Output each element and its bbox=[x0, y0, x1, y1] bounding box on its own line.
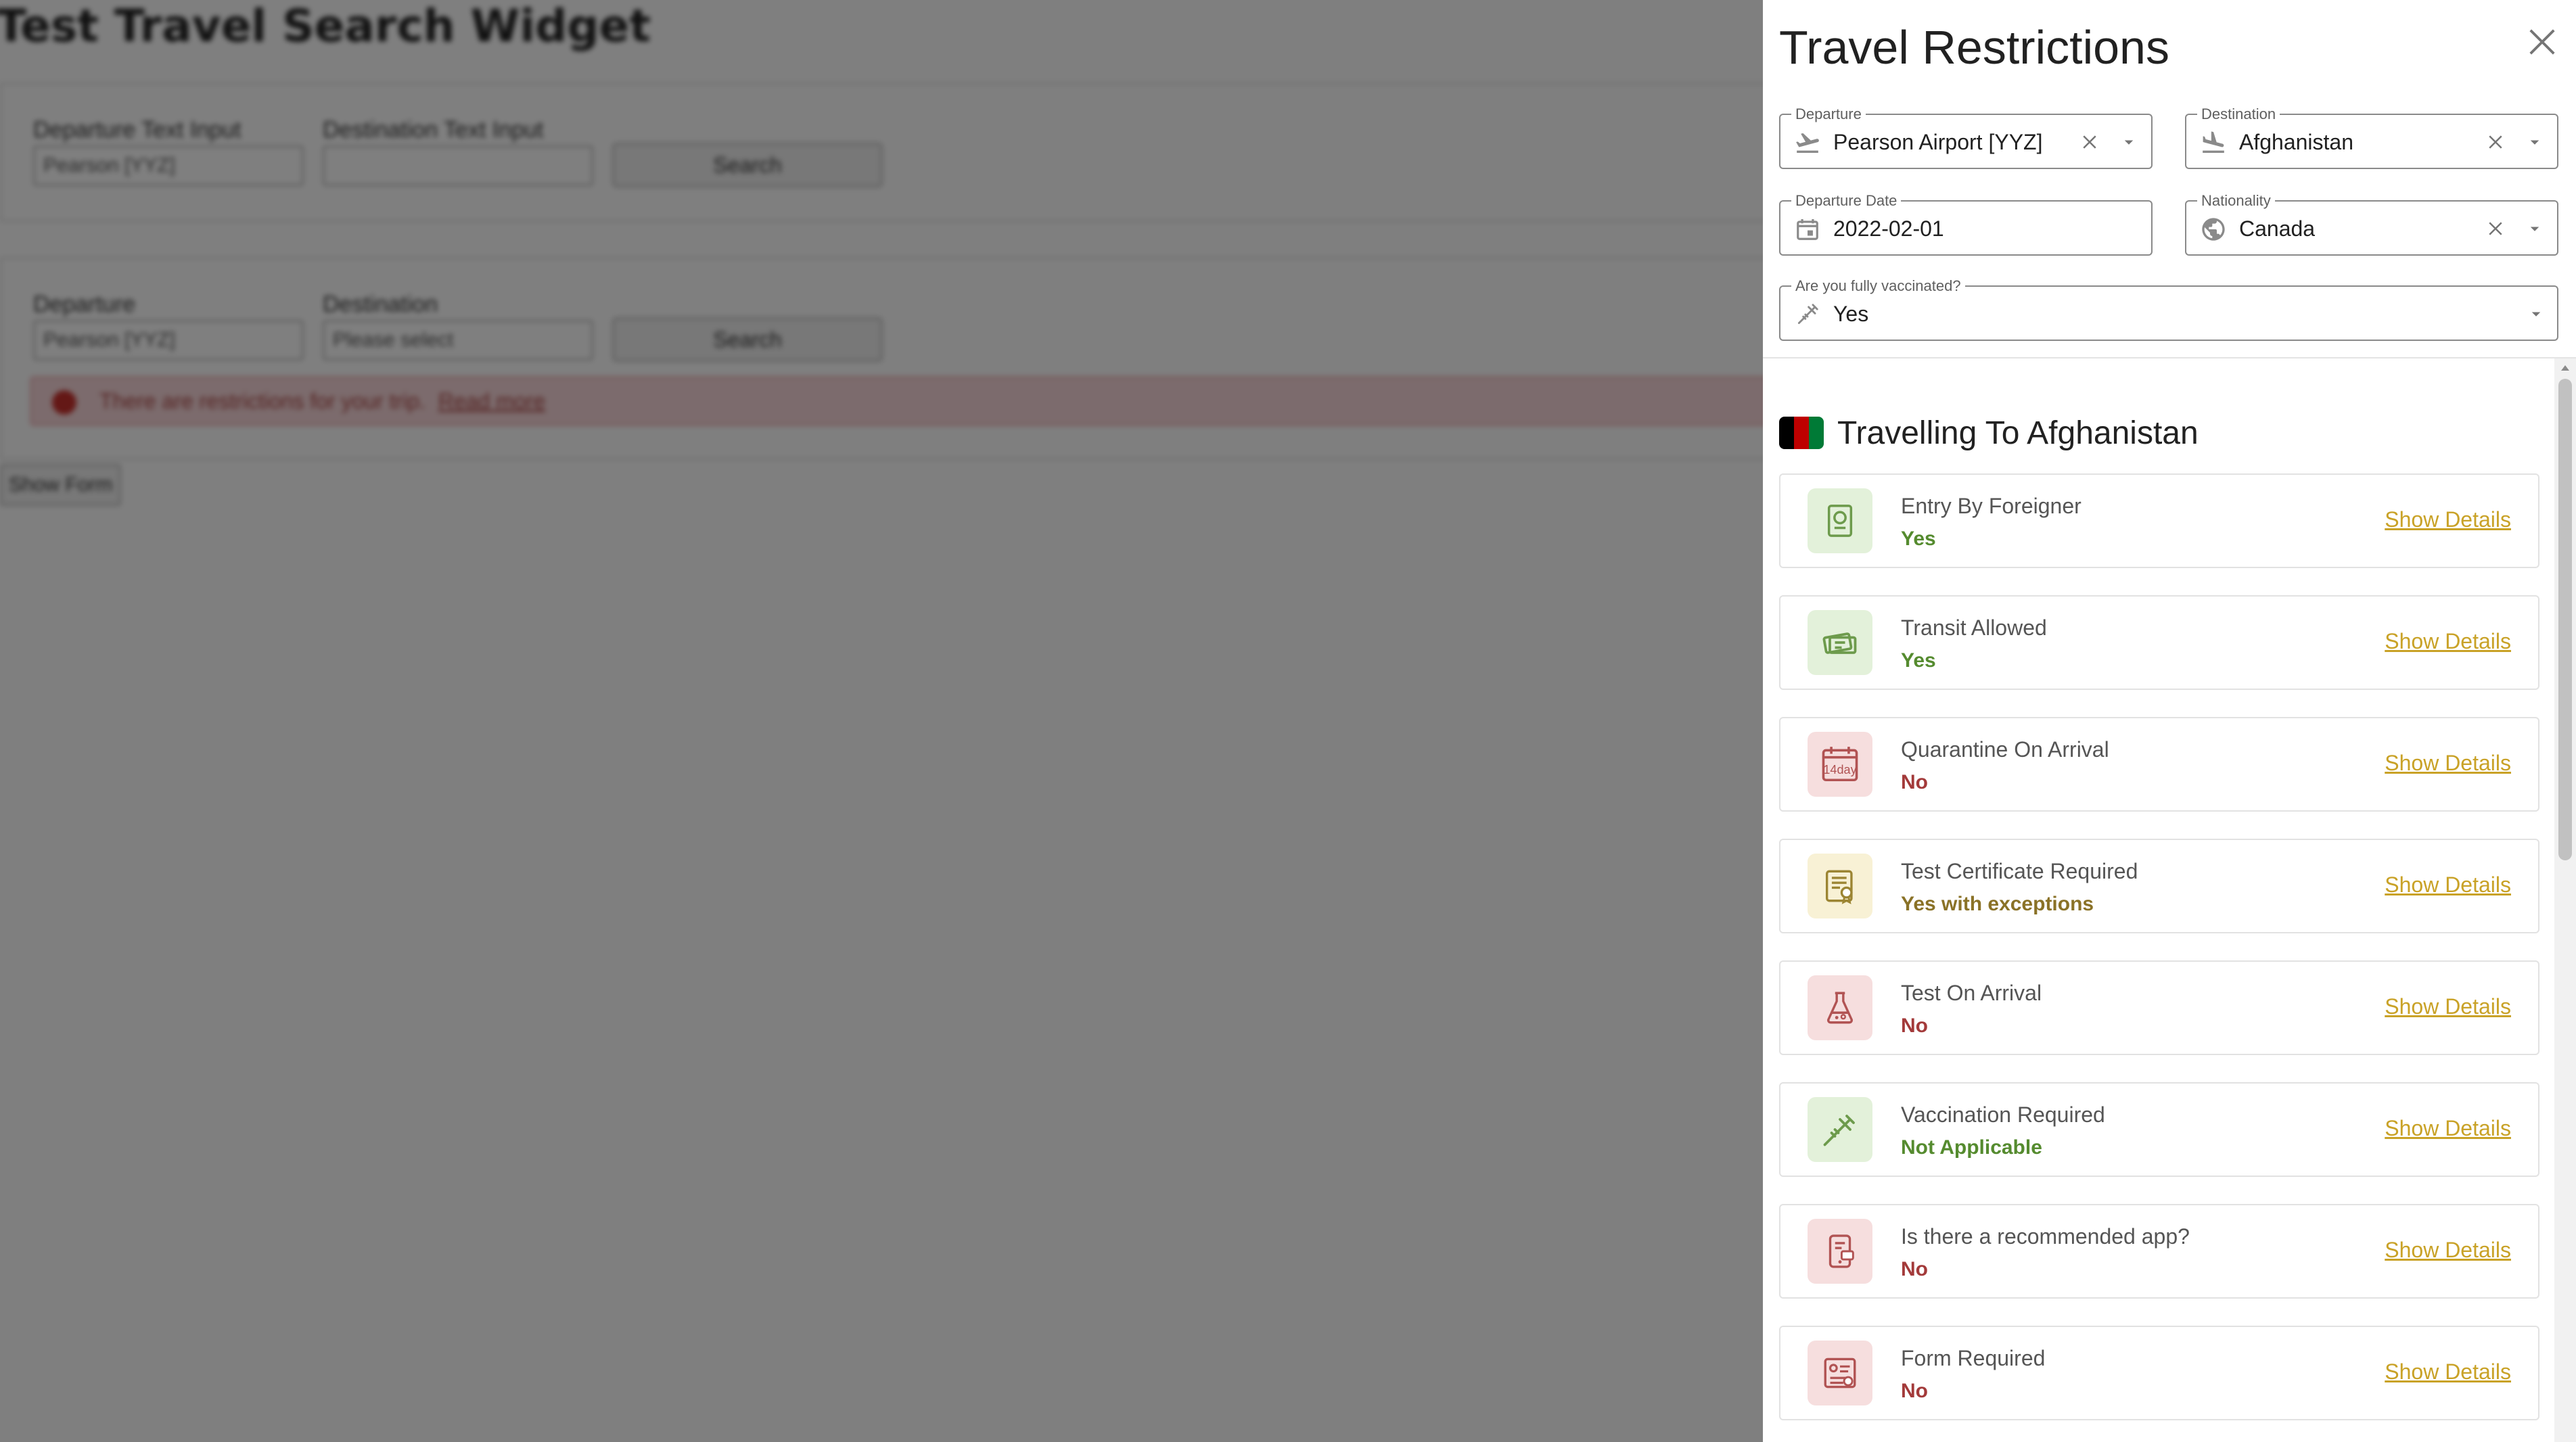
nationality-clear-icon[interactable] bbox=[2481, 214, 2510, 243]
card-name: Entry By Foreigner bbox=[1901, 494, 2082, 518]
card-status: Yes bbox=[1901, 528, 1936, 550]
card-status: No bbox=[1901, 1380, 1928, 1402]
show-details-link[interactable]: Show Details bbox=[2385, 507, 2511, 532]
destination-clear-icon[interactable] bbox=[2481, 128, 2510, 156]
passport-icon bbox=[1808, 488, 1872, 553]
certificate-icon bbox=[1808, 854, 1872, 918]
restriction-card-quarantine-on-arrival: 14day Quarantine On Arrival No Show Deta… bbox=[1779, 717, 2539, 812]
card-name: Transit Allowed bbox=[1901, 615, 2047, 640]
section-header: Travelling To Afghanistan bbox=[1779, 413, 2199, 453]
show-details-link[interactable]: Show Details bbox=[2385, 1238, 2511, 1263]
card-name: Test On Arrival bbox=[1901, 981, 2042, 1005]
drawer-title: Travel Restrictions bbox=[1779, 21, 2169, 74]
show-details-link[interactable]: Show Details bbox=[2385, 1116, 2511, 1141]
travel-restrictions-drawer: Travel Restrictions Departure Pearson Ai… bbox=[1763, 0, 2576, 1442]
content-scrollbar[interactable] bbox=[2554, 358, 2576, 1442]
globe-icon bbox=[2200, 216, 2227, 243]
restriction-card-test-certificate-required: Test Certificate Required Yes with excep… bbox=[1779, 839, 2539, 933]
nationality-field-value: Canada bbox=[2239, 216, 2316, 241]
card-name: Quarantine On Arrival bbox=[1901, 737, 2109, 762]
syringe-icon bbox=[1794, 301, 1821, 328]
nationality-field[interactable]: Nationality Canada bbox=[2185, 191, 2558, 256]
card-name: Is there a recommended app? bbox=[1901, 1224, 2190, 1249]
show-details-link[interactable]: Show Details bbox=[2385, 629, 2511, 654]
vaccinated-select[interactable]: Are you fully vaccinated? Yes bbox=[1779, 277, 2558, 341]
syringe-icon bbox=[1808, 1097, 1872, 1162]
show-details-link[interactable]: Show Details bbox=[2385, 873, 2511, 898]
calendar-icon bbox=[1794, 216, 1821, 243]
card-name: Vaccination Required bbox=[1901, 1102, 2105, 1127]
restriction-card-test-on-arrival: Test On Arrival No Show Details bbox=[1779, 960, 2539, 1055]
card-name: Form Required bbox=[1901, 1346, 2046, 1370]
departure-date-field-value: 2022-02-01 bbox=[1833, 216, 1944, 241]
close-icon[interactable] bbox=[2521, 20, 2564, 64]
restriction-card-form-required: Form Required No Show Details bbox=[1779, 1326, 2539, 1420]
flight-land-icon bbox=[2200, 129, 2227, 156]
departure-dropdown-arrow-icon[interactable] bbox=[2115, 128, 2143, 156]
afghanistan-flag-icon bbox=[1779, 417, 1824, 449]
card-status: Yes bbox=[1901, 649, 1936, 672]
form-icon bbox=[1808, 1341, 1872, 1405]
section-title: Travelling To Afghanistan bbox=[1837, 415, 2199, 451]
card-status: Not Applicable bbox=[1901, 1136, 2042, 1159]
departure-field[interactable]: Departure Pearson Airport [YYZ] bbox=[1779, 105, 2153, 169]
card-name: Test Certificate Required bbox=[1901, 859, 2138, 883]
destination-field[interactable]: Destination Afghanistan bbox=[2185, 105, 2558, 169]
departure-date-field[interactable]: Departure Date 2022-02-01 bbox=[1779, 191, 2153, 256]
card-status: Yes with exceptions bbox=[1901, 893, 2094, 915]
departure-field-value: Pearson Airport [YYZ] bbox=[1833, 130, 2043, 154]
calendar-14-day-icon: 14day bbox=[1808, 732, 1872, 797]
vaccinated-select-value: Yes bbox=[1833, 302, 1869, 326]
tickets-icon bbox=[1808, 610, 1872, 675]
svg-text:14day: 14day bbox=[1823, 763, 1856, 776]
show-details-link[interactable]: Show Details bbox=[2385, 994, 2511, 1019]
destination-dropdown-arrow-icon[interactable] bbox=[2521, 128, 2549, 156]
card-status: No bbox=[1901, 771, 1928, 793]
phone-app-icon bbox=[1808, 1219, 1872, 1284]
flight-takeoff-icon bbox=[1794, 129, 1821, 156]
card-status: No bbox=[1901, 1015, 1928, 1037]
destination-field-value: Afghanistan bbox=[2239, 130, 2354, 154]
card-status: No bbox=[1901, 1258, 1928, 1280]
test-flask-icon bbox=[1808, 975, 1872, 1040]
restrictions-content: Travelling To Afghanistan Entry By Forei… bbox=[1763, 358, 2554, 1442]
restriction-card-entry-by-foreigner: Entry By Foreigner Yes Show Details bbox=[1779, 473, 2539, 568]
restriction-card-vaccination-required: Vaccination Required Not Applicable Show… bbox=[1779, 1082, 2539, 1177]
show-details-link[interactable]: Show Details bbox=[2385, 751, 2511, 776]
departure-clear-icon[interactable] bbox=[2075, 128, 2104, 156]
restriction-card-recommended-app: Is there a recommended app? No Show Deta… bbox=[1779, 1204, 2539, 1299]
show-details-link[interactable]: Show Details bbox=[2385, 1359, 2511, 1385]
restriction-card-transit-allowed: Transit Allowed Yes Show Details bbox=[1779, 595, 2539, 690]
vaccinated-select-label: Are you fully vaccinated? bbox=[1791, 277, 1965, 296]
vaccinated-dropdown-arrow-icon[interactable] bbox=[2522, 300, 2550, 328]
scroll-up-arrow-icon[interactable] bbox=[2554, 358, 2576, 377]
nationality-dropdown-arrow-icon[interactable] bbox=[2521, 214, 2549, 243]
scrollbar-thumb[interactable] bbox=[2558, 379, 2572, 860]
